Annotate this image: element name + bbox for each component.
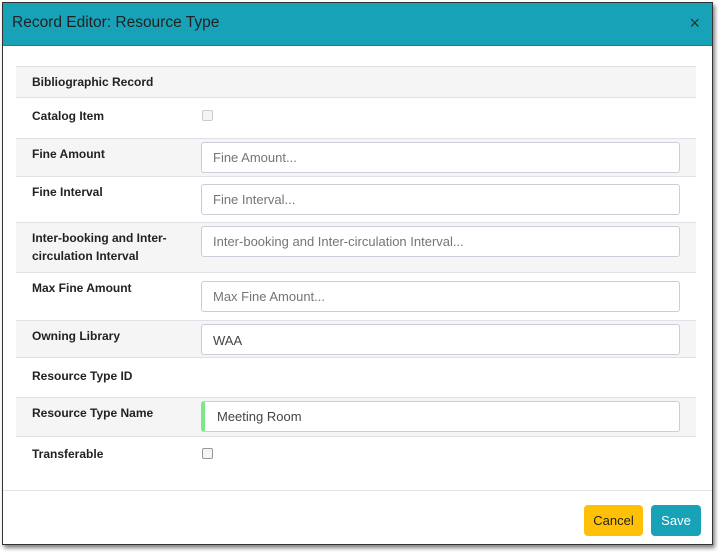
field-label: Fine Amount bbox=[32, 147, 105, 161]
max-fine-amount-input[interactable] bbox=[201, 281, 680, 312]
row-catalog-item: Catalog Item bbox=[16, 97, 696, 138]
catalog-item-checkbox[interactable] bbox=[202, 110, 213, 121]
dialog-header: Record Editor: Resource Type × bbox=[3, 3, 712, 46]
field-label: Inter-booking and Inter-circulation Inte… bbox=[32, 231, 167, 263]
row-resource-type-name: Resource Type Name bbox=[16, 397, 696, 436]
field-label: Resource Type Name bbox=[32, 406, 154, 420]
fine-amount-input[interactable] bbox=[201, 142, 680, 173]
close-icon[interactable]: × bbox=[689, 13, 700, 34]
resource-type-name-input[interactable] bbox=[201, 401, 680, 432]
inter-circulation-interval-input[interactable] bbox=[201, 226, 680, 257]
field-table: Bibliographic Record Catalog Item Fine A… bbox=[16, 66, 696, 472]
row-owning-library: Owning Library WAA bbox=[16, 320, 696, 357]
fine-interval-input[interactable] bbox=[201, 184, 680, 215]
row-transferable: Transferable bbox=[16, 436, 696, 472]
field-label: Catalog Item bbox=[32, 109, 105, 123]
field-label: Max Fine Amount bbox=[32, 281, 132, 295]
field-label: Owning Library bbox=[32, 329, 121, 343]
row-inter-circulation-interval: Inter-booking and Inter-circulation Inte… bbox=[16, 222, 696, 272]
row-bibliographic-record: Bibliographic Record bbox=[16, 66, 696, 97]
row-fine-amount: Fine Amount bbox=[16, 138, 696, 176]
row-fine-interval: Fine Interval bbox=[16, 176, 696, 222]
transferable-checkbox[interactable] bbox=[202, 448, 213, 459]
row-resource-type-id: Resource Type ID bbox=[16, 357, 696, 397]
row-max-fine-amount: Max Fine Amount bbox=[16, 272, 696, 320]
field-label: Bibliographic Record bbox=[32, 75, 154, 89]
save-button[interactable]: Save bbox=[651, 505, 701, 536]
record-editor-dialog: Record Editor: Resource Type × Bibliogra… bbox=[2, 2, 713, 545]
field-label: Resource Type ID bbox=[32, 369, 133, 383]
field-label: Transferable bbox=[32, 447, 104, 461]
cancel-button[interactable]: Cancel bbox=[584, 505, 643, 536]
field-label: Fine Interval bbox=[32, 185, 103, 199]
dialog-title: Record Editor: Resource Type bbox=[12, 14, 220, 31]
dialog-footer-divider bbox=[3, 490, 712, 491]
owning-library-select[interactable]: WAA bbox=[201, 324, 680, 355]
